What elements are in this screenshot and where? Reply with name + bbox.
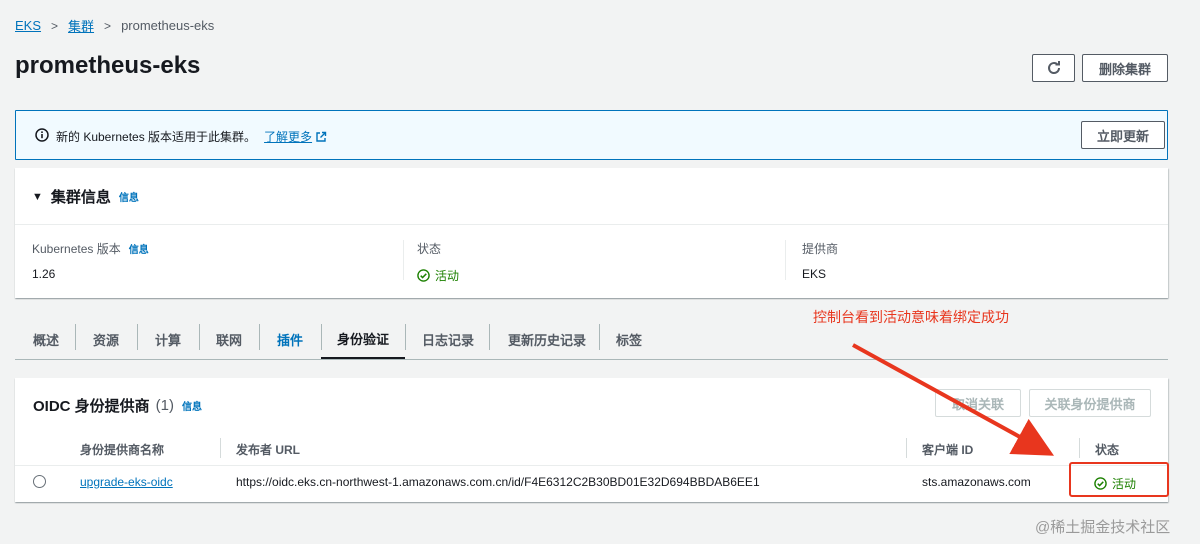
version-label: Kubernetes 版本 <box>32 242 121 256</box>
chevron-right-icon: > <box>51 18 59 33</box>
status-label: 状态 <box>417 242 442 256</box>
provider-name-link[interactable]: upgrade-eks-oidc <box>80 475 173 489</box>
cluster-info-title: 集群信息 <box>50 189 111 206</box>
caret-down-icon: ▼ <box>32 190 43 203</box>
annotation-text: 控制台看到活动意味着绑定成功 <box>813 309 1009 325</box>
banner-message: 新的 Kubernetes 版本适用于此集群。 了解更多 <box>56 128 327 145</box>
update-now-button[interactable]: 立即更新 <box>1081 121 1165 149</box>
divider <box>599 324 600 350</box>
tab-tags[interactable]: 标签 <box>607 320 651 358</box>
divider <box>15 224 1168 225</box>
delete-cluster-button[interactable]: 删除集群 <box>1082 54 1168 82</box>
oidc-count: (1) <box>155 397 175 414</box>
divider <box>137 324 138 350</box>
page-title: prometheus-eks <box>15 52 201 79</box>
tab-resources[interactable]: 资源 <box>83 320 129 358</box>
oidc-title: OIDC 身份提供商 <box>33 398 150 415</box>
breadcrumb-current: prometheus-eks <box>121 18 215 33</box>
tab-networking[interactable]: 联网 <box>207 320 251 358</box>
breadcrumb-eks[interactable]: EKS <box>15 18 41 33</box>
info-icon <box>35 128 49 142</box>
divider <box>259 324 260 350</box>
table-row-name: upgrade-eks-oidc <box>80 475 173 489</box>
check-circle-icon <box>1094 477 1107 490</box>
learn-more-link[interactable]: 了解更多 <box>264 130 327 144</box>
watermark: @稀土掘金技术社区 <box>1035 519 1171 536</box>
learn-more-label: 了解更多 <box>264 130 313 144</box>
check-circle-icon <box>417 269 430 282</box>
provider-field: 提供商 EKS <box>802 240 838 281</box>
tab-compute[interactable]: 计算 <box>145 320 191 358</box>
refresh-icon <box>1047 61 1060 74</box>
breadcrumb: EKS > 集群 > prometheus-eks <box>15 16 214 35</box>
tab-addons[interactable]: 插件 <box>267 320 313 358</box>
divider <box>405 324 406 350</box>
oidc-header: OIDC 身份提供商 (1) 信息 <box>33 395 202 416</box>
attach-provider-button[interactable]: 关联身份提供商 <box>1029 389 1151 417</box>
divider <box>489 324 490 350</box>
cluster-info-panel: ▼ 集群信息 信息 Kubernetes 版本 信息 1.26 状态 活动 提供… <box>15 168 1168 298</box>
version-value: 1.26 <box>32 267 56 281</box>
refresh-button[interactable] <box>1032 54 1075 82</box>
divider <box>199 324 200 350</box>
col-header-name[interactable]: 身份提供商名称 <box>80 441 164 458</box>
status-value: 活动 <box>417 267 459 284</box>
banner-text: 新的 Kubernetes 版本适用于此集群。 <box>56 130 257 144</box>
divider <box>220 438 221 458</box>
divider <box>785 240 786 280</box>
info-banner: 新的 Kubernetes 版本适用于此集群。 了解更多 立即更新 <box>15 110 1168 160</box>
external-link-icon <box>316 131 327 142</box>
divider <box>906 438 907 458</box>
tab-update-history[interactable]: 更新历史记录 <box>497 320 597 358</box>
oidc-panel: OIDC 身份提供商 (1) 信息 取消关联 关联身份提供商 身份提供商名称 发… <box>15 378 1169 502</box>
col-header-client[interactable]: 客户端 ID <box>922 441 973 458</box>
tab-logging[interactable]: 日志记录 <box>413 320 483 358</box>
chevron-right-icon: > <box>104 18 112 33</box>
divider <box>1079 438 1080 458</box>
row-status-text: 活动 <box>1112 477 1137 491</box>
tab-authentication[interactable]: 身份验证 <box>321 320 405 360</box>
detach-button[interactable]: 取消关联 <box>935 389 1021 417</box>
provider-label: 提供商 <box>802 242 839 256</box>
table-row-client: sts.amazonaws.com <box>922 475 1031 489</box>
tabs-underline <box>15 359 1168 360</box>
cluster-info-link[interactable]: 信息 <box>119 189 139 204</box>
col-header-status[interactable]: 状态 <box>1095 441 1119 458</box>
tab-overview[interactable]: 概述 <box>25 320 67 358</box>
status-field: 状态 活动 <box>417 240 459 284</box>
provider-value: EKS <box>802 267 827 281</box>
row-divider <box>15 465 1168 466</box>
status-text: 活动 <box>435 269 460 283</box>
table-row-status: 活动 <box>1094 475 1136 492</box>
row-select-radio[interactable] <box>33 475 46 488</box>
version-info-link[interactable]: 信息 <box>129 241 149 256</box>
oidc-info-link[interactable]: 信息 <box>182 398 202 413</box>
version-field: Kubernetes 版本 信息 1.26 <box>32 240 149 281</box>
cluster-info-header[interactable]: ▼ 集群信息 信息 <box>32 186 139 207</box>
table-row-issuer: https://oidc.eks.cn-northwest-1.amazonaw… <box>236 475 760 489</box>
col-header-issuer[interactable]: 发布者 URL <box>236 441 300 458</box>
breadcrumb-clusters[interactable]: 集群 <box>68 16 94 35</box>
divider <box>403 240 404 280</box>
divider <box>75 324 76 350</box>
